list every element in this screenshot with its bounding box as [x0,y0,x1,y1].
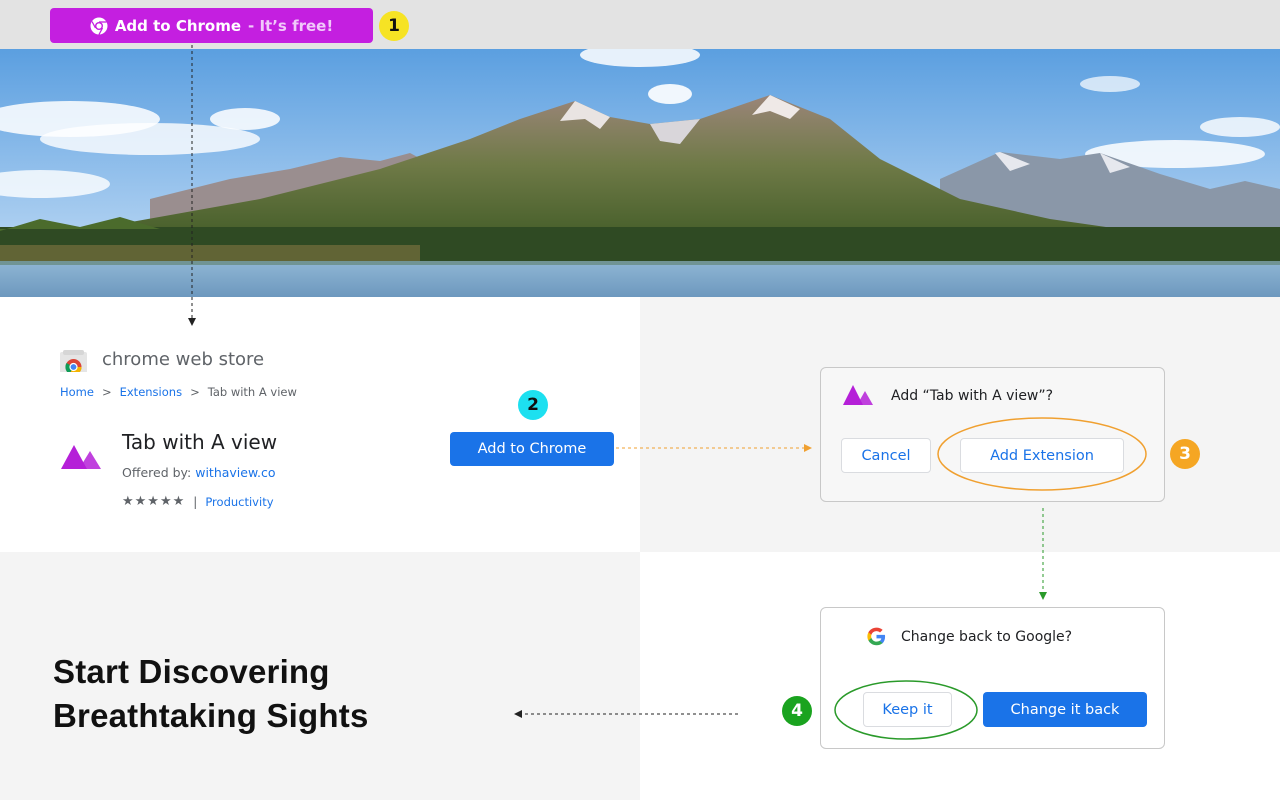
headline: Start Discovering Breathtaking Sights [53,650,369,738]
star-rating: ★★★★★ [122,494,186,509]
chrome-web-store-icon [60,350,87,378]
step-badge-4: 4 [782,696,812,726]
cancel-button[interactable]: Cancel [841,438,931,473]
highlight-ring [937,417,1147,491]
add-to-chrome-button[interactable]: Add to Chrome [450,432,614,466]
rating-row: ★★★★★ | Productivity [122,494,274,509]
step-badge-3: 3 [1170,439,1200,469]
add-dialog-title: Add “Tab with A view”? [891,388,1054,404]
headline-line-1: Start Discovering [53,653,330,690]
change-it-back-button[interactable]: Change it back [983,692,1147,727]
breadcrumb: Home > Extensions > Tab with A view [60,385,297,399]
breadcrumb-home-link[interactable]: Home [60,385,94,399]
google-g-icon [866,626,887,651]
offered-by: Offered by: withaview.co [122,465,276,480]
breadcrumb-separator: > [101,385,112,399]
breadcrumb-current: Tab with A view [207,385,297,399]
step-badge-2: 2 [518,390,548,420]
highlight-ring [834,680,978,740]
rating-separator: | [193,494,198,509]
tab-with-a-view-logo-icon [61,445,105,473]
breadcrumb-extensions-link[interactable]: Extensions [120,385,182,399]
breadcrumb-separator: > [190,385,200,399]
chrome-web-store-title: chrome web store [102,349,265,370]
offered-by-label: Offered by: [122,465,192,480]
category-link[interactable]: Productivity [205,495,273,509]
headline-line-2: Breathtaking Sights [53,697,369,734]
extension-name: Tab with A view [122,430,278,454]
tab-with-a-view-logo-icon [843,385,875,409]
developer-link[interactable]: withaview.co [195,465,275,480]
google-dialog-title: Change back to Google? [901,629,1073,645]
